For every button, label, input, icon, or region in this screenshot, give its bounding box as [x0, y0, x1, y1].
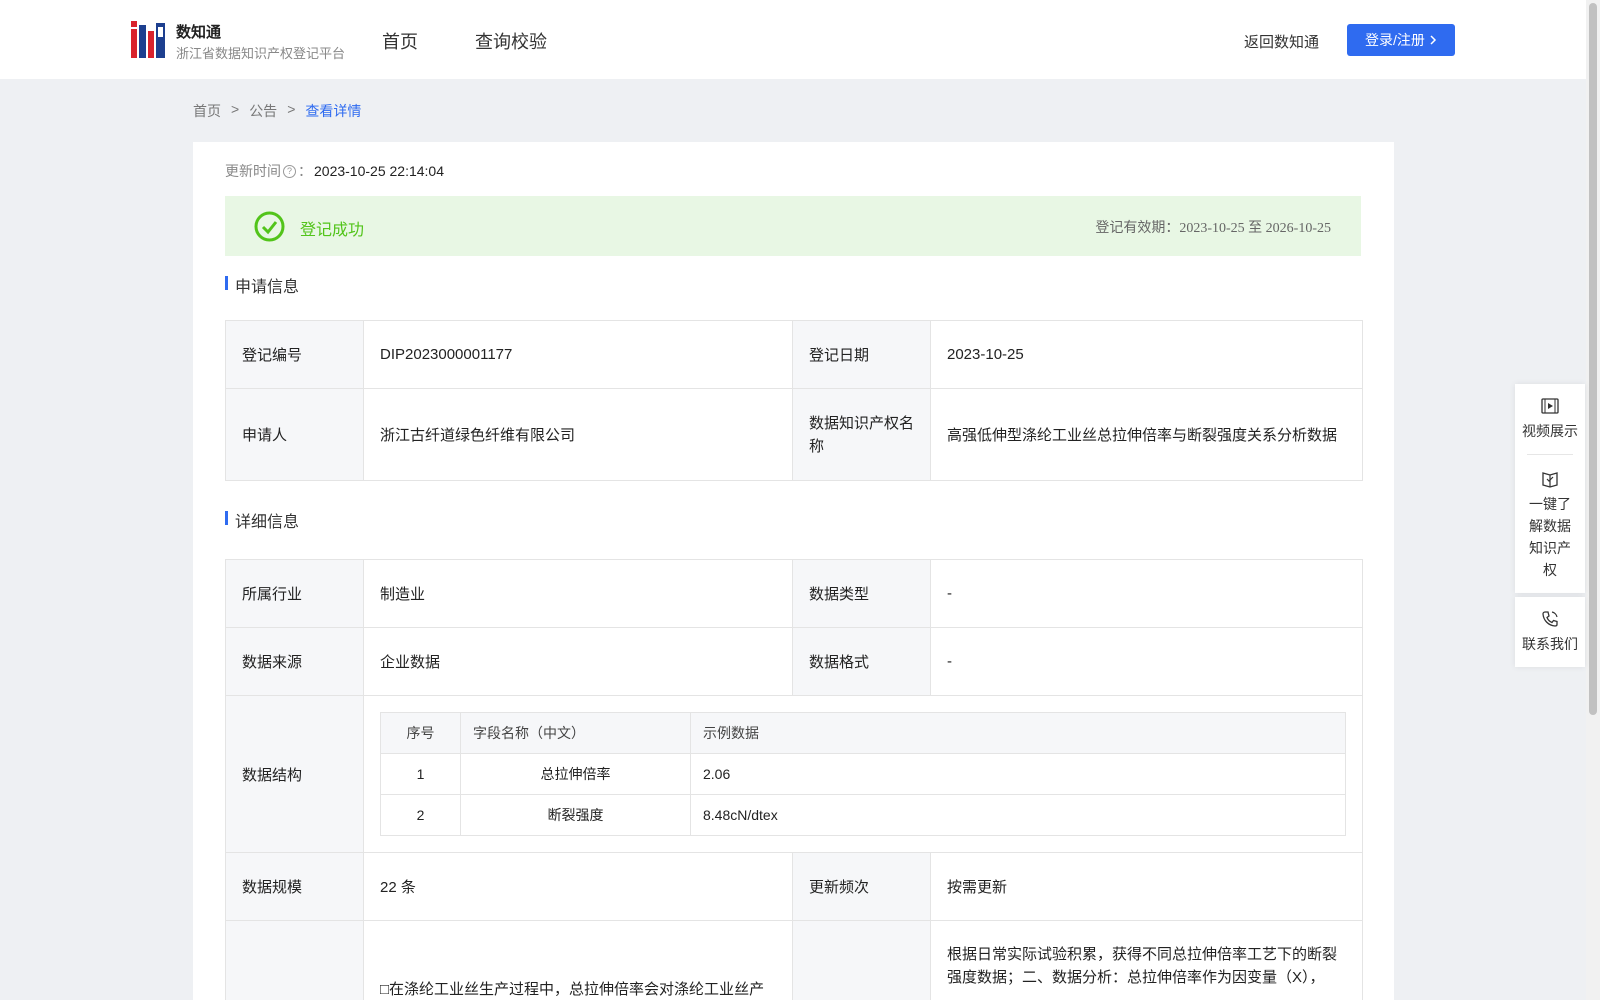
breadcrumb-separator: >	[287, 101, 296, 117]
validity-period: 登记有效期：2023-10-25 至 2026-10-25	[1095, 217, 1331, 237]
update-time-row: 更新时间 ? ： 2023-10-25 22:14:04	[225, 161, 444, 181]
breadcrumb-notice[interactable]: 公告	[249, 101, 277, 121]
analysis-label	[792, 920, 931, 1000]
page-scrollbar[interactable]	[1586, 0, 1600, 1000]
reg-date-value: 2023-10-25	[930, 320, 1363, 389]
structure-row: 2 断裂强度 8.48cN/dtex	[380, 794, 1346, 836]
section-title-application: 申请信息	[225, 273, 299, 297]
nav-query-verify[interactable]: 查询校验	[475, 28, 547, 54]
breadcrumb-current: 查看详情	[305, 103, 362, 119]
scrollbar-thumb[interactable]	[1589, 3, 1597, 715]
book-icon	[1542, 472, 1558, 488]
learn-ip-label: 一键了解数据知识产权	[1529, 496, 1571, 578]
question-icon[interactable]: ?	[283, 164, 296, 178]
status-text: 登记成功	[300, 222, 365, 239]
breadcrumb-home[interactable]: 首页	[193, 101, 221, 121]
structure-header: 序号	[380, 712, 461, 754]
reg-date-label: 登记日期	[792, 320, 931, 389]
structure-cell-example: 2.06	[690, 753, 1346, 795]
video-showcase-label: 视频展示	[1522, 423, 1578, 439]
structure-row: 1 总拉伸倍率 2.06	[380, 753, 1346, 795]
table-row: 数据来源 企业数据 数据格式 -	[225, 627, 1363, 696]
applicant-label: 申请人	[225, 388, 364, 481]
structure-cell-field: 断裂强度	[460, 794, 691, 836]
table-row: 申请人 浙江古纤道绿色纤维有限公司 数据知识产权名称 高强低伸型涤纶工业丝总拉伸…	[225, 388, 1363, 481]
structure-table: 序号 字段名称（中文） 示例数据 1 总拉伸倍率 2.06 2 断裂强度 8.4…	[380, 712, 1346, 836]
side-panel-contact: 联系我们	[1515, 597, 1585, 667]
ip-name-value: 高强低伸型涤纶工业丝总拉伸倍率与断裂强度关系分析数据	[930, 388, 1363, 481]
learn-ip-button[interactable]: 一键了解数据知识产权	[1515, 455, 1585, 593]
frequency-label: 更新频次	[792, 852, 931, 921]
frequency-value: 按需更新	[930, 852, 1363, 921]
structure-header-row: 序号 字段名称（中文） 示例数据	[380, 712, 1346, 754]
structure-header: 字段名称（中文）	[460, 712, 691, 754]
industry-label: 所属行业	[225, 559, 364, 628]
table-row: 数据规模 22 条 更新频次 按需更新	[225, 852, 1363, 921]
table-row: □在涤纶工业丝生产过程中，总拉伸倍率会对涤纶工业丝产 根据日常实际试验积累，获得…	[225, 920, 1363, 1000]
breadcrumb: 首页 > 公告 > 查看详情	[193, 101, 361, 121]
section-title-detail: 详细信息	[225, 508, 299, 532]
breadcrumb-separator: >	[231, 101, 240, 117]
side-panel-help: 视频展示 一键了解数据知识产权	[1515, 384, 1585, 593]
update-time-label: 更新时间	[225, 163, 281, 179]
return-link[interactable]: 返回数知通	[1244, 31, 1319, 52]
validity-dates: 2023-10-25 至 2026-10-25	[1179, 221, 1331, 236]
update-time-value: 2023-10-25 22:14:04	[314, 163, 444, 179]
top-header: 数知通 浙江省数据知识产权登记平台 首页 查询校验 返回数知通 登录/注册	[0, 0, 1586, 79]
scale-value: 22 条	[363, 852, 793, 921]
nav-home[interactable]: 首页	[382, 28, 418, 54]
structure-cell-example: 8.48cN/dtex	[690, 794, 1346, 836]
reg-no-label: 登记编号	[225, 320, 364, 389]
structure-cell: 序号 字段名称（中文） 示例数据 1 总拉伸倍率 2.06 2 断裂强度 8.4…	[363, 695, 1363, 853]
contact-us-label: 联系我们	[1522, 636, 1578, 652]
reg-no-value: DIP2023000001177	[363, 320, 793, 389]
phone-icon	[1542, 611, 1558, 627]
brand-name: 数知通	[176, 24, 222, 41]
login-register-label: 登录/注册	[1365, 32, 1425, 48]
brand-subtitle: 浙江省数据知识产权登记平台	[176, 46, 346, 61]
description-label	[225, 920, 364, 1000]
table-row: 所属行业 制造业 数据类型 -	[225, 559, 1363, 628]
check-circle-icon	[254, 211, 285, 242]
source-value: 企业数据	[363, 627, 793, 696]
update-time-colon: ：	[298, 163, 312, 179]
chevron-right-icon	[1430, 35, 1436, 45]
applicant-value: 浙江古纤道绿色纤维有限公司	[363, 388, 793, 481]
description-right: 根据日常实际试验积累，获得不同总拉伸倍率工艺下的断裂强度数据；二、数据分析：总拉…	[930, 920, 1363, 1000]
contact-us-button[interactable]: 联系我们	[1515, 597, 1585, 667]
status-banner: 登记成功 登记有效期：2023-10-25 至 2026-10-25	[225, 196, 1361, 256]
detail-card: 更新时间 ? ： 2023-10-25 22:14:04 登记成功 登记有效期：…	[193, 142, 1394, 1000]
structure-cell-index: 1	[380, 753, 461, 795]
data-type-label: 数据类型	[792, 559, 931, 628]
table-row: 登记编号 DIP2023000001177 登记日期 2023-10-25	[225, 320, 1363, 389]
format-label: 数据格式	[792, 627, 931, 696]
validity-label: 登记有效期：	[1095, 219, 1180, 235]
video-showcase-button[interactable]: 视频展示	[1515, 384, 1585, 454]
detail-table: 所属行业 制造业 数据类型 - 数据来源 企业数据 数据格式 - 数据结构 序号…	[225, 559, 1363, 1000]
structure-label: 数据结构	[225, 695, 364, 853]
structure-cell-index: 2	[380, 794, 461, 836]
structure-cell-field: 总拉伸倍率	[460, 753, 691, 795]
description-left: □在涤纶工业丝生产过程中，总拉伸倍率会对涤纶工业丝产	[363, 920, 793, 1000]
table-row: 数据结构 序号 字段名称（中文） 示例数据 1 总拉伸倍率 2.06 2 断裂强…	[225, 695, 1363, 853]
data-type-value: -	[930, 559, 1363, 628]
ip-name-label: 数据知识产权名称	[792, 388, 931, 481]
application-table: 登记编号 DIP2023000001177 登记日期 2023-10-25 申请…	[225, 320, 1363, 481]
scale-label: 数据规模	[225, 852, 364, 921]
source-label: 数据来源	[225, 627, 364, 696]
platform-logo[interactable]	[131, 21, 165, 58]
industry-value: 制造业	[363, 559, 793, 628]
format-value: -	[930, 627, 1363, 696]
video-icon	[1541, 398, 1559, 414]
structure-header: 示例数据	[690, 712, 1346, 754]
login-register-button[interactable]: 登录/注册	[1347, 24, 1455, 56]
